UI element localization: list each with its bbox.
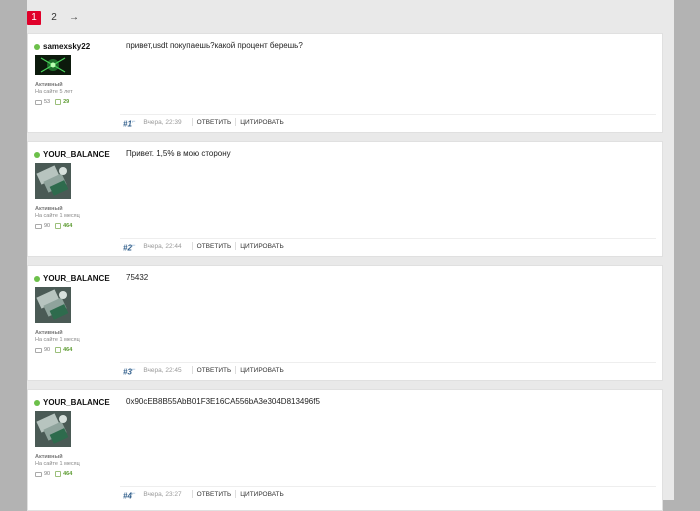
online-status-icon <box>34 399 40 406</box>
permalink-icon: ⌐ <box>131 243 136 250</box>
reply-button[interactable]: ОТВЕТИТЬ <box>197 243 232 250</box>
post-message: привет,usdt покупаешь?какой процент бере… <box>126 41 303 50</box>
pagination: 1 2 → <box>27 10 81 26</box>
like-icon <box>55 471 62 477</box>
post-time: Вчера, 22:39 <box>143 118 182 126</box>
permalink-icon: ⌐ <box>131 491 136 498</box>
online-status-icon <box>34 151 40 158</box>
post-footer: #3⌐ Вчера, 22:45 ОТВЕТИТЬ ЦИТИРОВАТЬ <box>120 362 656 377</box>
next-page-arrow-icon[interactable]: → <box>67 11 81 25</box>
post-time: Вчера, 22:44 <box>143 242 182 250</box>
post-number: #3 <box>123 367 132 377</box>
online-status-icon <box>34 275 40 282</box>
divider <box>191 118 193 126</box>
avatar[interactable] <box>35 55 71 75</box>
quote-button[interactable]: ЦИТИРОВАТЬ <box>240 119 284 126</box>
divider <box>191 242 193 250</box>
like-count: 464 <box>63 471 73 477</box>
message-count-icon <box>35 471 42 477</box>
post-number-link[interactable]: #2⌐ <box>123 243 135 253</box>
post-number-link[interactable]: #4⌐ <box>123 491 135 501</box>
online-status-icon <box>34 43 40 50</box>
user-status: Активный <box>35 330 63 336</box>
like-icon <box>55 99 62 105</box>
post-message: 75432 <box>126 273 149 282</box>
message-count-icon <box>35 223 42 229</box>
user-stats: 90 464 <box>35 347 72 353</box>
avatar[interactable] <box>35 411 71 447</box>
like-icon <box>55 223 62 229</box>
divider <box>191 366 193 374</box>
quote-button[interactable]: ЦИТИРОВАТЬ <box>240 491 284 498</box>
like-icon <box>55 347 62 353</box>
page-link-1[interactable]: 1 <box>27 11 41 25</box>
member-since: На сайте 5 лет <box>35 89 73 95</box>
author: YOUR_BALANCE <box>34 274 110 283</box>
user-status: Активный <box>35 454 63 460</box>
forum-post: YOUR_BALANCE Активный На сайте 1 месяц 9… <box>27 389 663 511</box>
user-status: Активный <box>35 206 63 212</box>
member-since: На сайте 1 месяц <box>35 461 80 467</box>
post-time: Вчера, 23:27 <box>143 490 182 498</box>
quote-button[interactable]: ЦИТИРОВАТЬ <box>240 243 284 250</box>
user-stats: 90 464 <box>35 471 72 477</box>
message-count: 90 <box>44 471 51 477</box>
author-username-link[interactable]: YOUR_BALANCE <box>43 274 110 283</box>
like-count: 464 <box>63 347 73 353</box>
post-number-link[interactable]: #3⌐ <box>123 367 135 377</box>
message-count-icon <box>35 99 42 105</box>
avatar[interactable] <box>35 287 71 323</box>
post-number: #1 <box>123 119 132 129</box>
author: YOUR_BALANCE <box>34 398 110 407</box>
user-stats: 53 29 <box>35 99 69 105</box>
author-username-link[interactable]: samexsky22 <box>43 42 90 51</box>
avatar[interactable] <box>35 163 71 199</box>
post-time: Вчера, 22:45 <box>143 366 182 374</box>
reply-button[interactable]: ОТВЕТИТЬ <box>197 491 232 498</box>
author-username-link[interactable]: YOUR_BALANCE <box>43 398 110 407</box>
post-footer: #1⌐ Вчера, 22:39 ОТВЕТИТЬ ЦИТИРОВАТЬ <box>120 114 656 129</box>
divider <box>235 366 237 374</box>
divider <box>235 118 237 126</box>
permalink-icon: ⌐ <box>131 367 136 374</box>
member-since: На сайте 1 месяц <box>35 213 80 219</box>
forum-post: YOUR_BALANCE Активный На сайте 1 месяц 9… <box>27 265 663 381</box>
message-count: 90 <box>44 347 51 353</box>
post-number: #2 <box>123 243 132 253</box>
user-stats: 90 464 <box>35 223 72 229</box>
divider <box>235 242 237 250</box>
forum-post: YOUR_BALANCE Активный На сайте 1 месяц 9… <box>27 141 663 257</box>
post-number-link[interactable]: #1⌐ <box>123 119 135 129</box>
reply-button[interactable]: ОТВЕТИТЬ <box>197 119 232 126</box>
post-footer: #2⌐ Вчера, 22:44 ОТВЕТИТЬ ЦИТИРОВАТЬ <box>120 238 656 253</box>
message-count: 90 <box>44 223 51 229</box>
divider <box>235 490 237 498</box>
reply-button[interactable]: ОТВЕТИТЬ <box>197 367 232 374</box>
user-status: Активный <box>35 82 63 88</box>
message-count-icon <box>35 347 42 353</box>
post-message: 0x90cEB8B55AbB01F3E16CA556bA3e304D813496… <box>126 397 320 406</box>
author-username-link[interactable]: YOUR_BALANCE <box>43 150 110 159</box>
member-since: На сайте 1 месяц <box>35 337 80 343</box>
like-count: 464 <box>63 223 73 229</box>
thread-page: 1 2 → samexsky22 Активный На сайте 5 лет… <box>27 0 674 511</box>
like-count: 29 <box>63 99 70 105</box>
forum-post: samexsky22 Активный На сайте 5 лет 53 29… <box>27 33 663 133</box>
permalink-icon: ⌐ <box>131 119 136 126</box>
post-number: #4 <box>123 491 132 501</box>
page-link-2[interactable]: 2 <box>47 11 61 25</box>
message-count: 53 <box>44 99 51 105</box>
quote-button[interactable]: ЦИТИРОВАТЬ <box>240 367 284 374</box>
author: samexsky22 <box>34 42 90 51</box>
divider <box>191 490 193 498</box>
post-message: Привет. 1,5% в мою сторону <box>126 149 231 158</box>
post-footer: #4⌐ Вчера, 23:27 ОТВЕТИТЬ ЦИТИРОВАТЬ <box>120 486 656 501</box>
author: YOUR_BALANCE <box>34 150 110 159</box>
